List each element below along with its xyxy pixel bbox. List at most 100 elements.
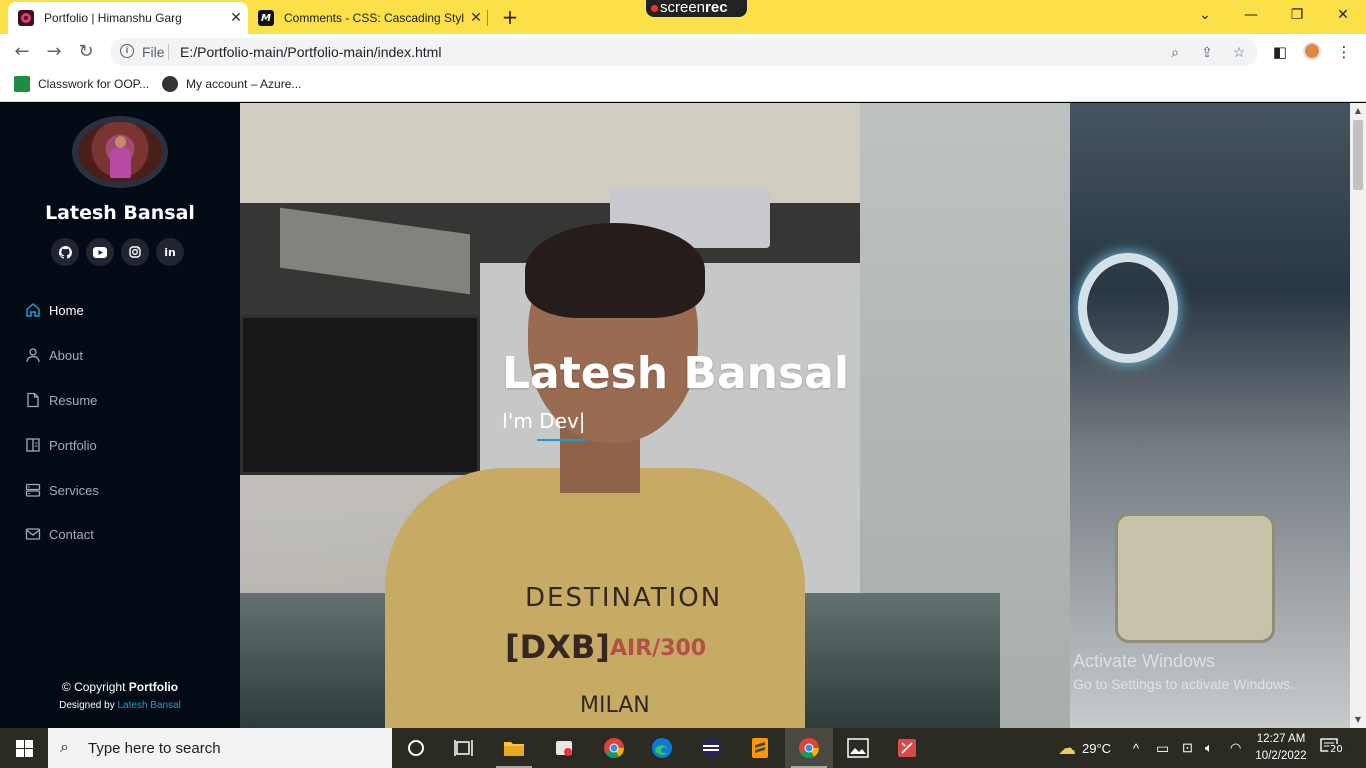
typed-underline	[537, 439, 587, 441]
nav-item-about[interactable]: About	[24, 343, 224, 367]
classroom-icon	[14, 76, 30, 92]
watermark-line1: Activate Windows	[1073, 651, 1216, 671]
youtube-icon[interactable]	[86, 238, 114, 266]
record-dot-icon	[651, 5, 658, 12]
weather-temp: 29°C	[1082, 740, 1112, 756]
typed-text: Dev|	[539, 409, 586, 433]
share-icon[interactable]: ⇪	[1198, 43, 1216, 61]
sidebar: Latesh Bansal in Home About Resume Portf…	[0, 103, 240, 728]
zoom-search-icon[interactable]: ⌕	[1166, 43, 1184, 61]
scroll-up-icon[interactable]: ▲	[1350, 103, 1366, 119]
bookmark-label: Classwork for OOP...	[38, 77, 150, 91]
nav-label: About	[49, 347, 83, 363]
url-scheme: File	[142, 44, 165, 60]
nav-label: Contact	[49, 526, 94, 542]
watermark-line2: Go to Settings to activate Windows.	[1073, 676, 1294, 692]
server-icon	[24, 482, 41, 499]
forward-button[interactable]: →	[42, 40, 66, 64]
nav-item-portfolio[interactable]: Portfolio	[24, 433, 224, 457]
side-panel-icon[interactable]: ◧	[1270, 42, 1290, 62]
file-icon	[24, 392, 41, 409]
task-view-icon[interactable]	[440, 728, 488, 768]
tab-title: Portfolio | Himanshu Garg	[44, 11, 182, 25]
sidebar-footer: © Copyright Portfolio Designed by Latesh…	[0, 680, 240, 711]
page-scrollbar[interactable]: ▲ ▼	[1350, 103, 1366, 728]
weather-widget[interactable]: ☁ 29°C	[1058, 728, 1111, 768]
nav-item-resume[interactable]: Resume	[24, 388, 224, 412]
activate-windows-watermark: Activate Windows Go to Settings to activ…	[1073, 651, 1294, 692]
scroll-down-icon[interactable]: ▼	[1350, 712, 1366, 728]
close-window-button[interactable]: ✕	[1320, 0, 1366, 30]
snip-tool-icon[interactable]	[883, 728, 931, 768]
minimize-button[interactable]: —	[1228, 0, 1274, 30]
notification-center-icon[interactable]: 20	[1320, 738, 1346, 758]
nav-item-home[interactable]: Home	[24, 298, 224, 322]
battery-icon[interactable]: ▭	[1156, 728, 1169, 768]
eclipse-icon[interactable]	[687, 728, 735, 768]
bookmark-azure[interactable]: My account – Azure...	[162, 76, 301, 92]
tab-close-icon[interactable]: ✕	[224, 10, 248, 26]
info-icon[interactable]: i	[120, 44, 134, 58]
tab-title: Comments - CSS: Cascading Style	[284, 11, 464, 25]
url-separator	[168, 44, 169, 60]
edge-icon[interactable]	[638, 728, 686, 768]
sublime-icon[interactable]	[736, 728, 784, 768]
screenrec-label-a: screen	[660, 0, 706, 16]
screenrec-app-icon[interactable]	[540, 728, 588, 768]
wifi-icon[interactable]: ◠	[1230, 728, 1241, 768]
volume-icon[interactable]: 🔈︎	[1205, 728, 1213, 768]
taskbar-search[interactable]: ⌕ Type here to search	[48, 728, 392, 768]
file-explorer-icon[interactable]	[490, 728, 538, 768]
instagram-icon[interactable]	[121, 238, 149, 266]
envelope-icon	[24, 526, 41, 543]
back-button[interactable]: ←	[10, 40, 34, 64]
tab-portfolio[interactable]: Portfolio | Himanshu Garg ✕	[8, 2, 248, 34]
copyright: © Copyright Portfolio	[0, 680, 240, 694]
hero-section: DESTINATION [DXB] AIR/300 MILAN Latesh B…	[240, 103, 1350, 728]
address-bar[interactable]: i File E:/Portfolio-main/Portfolio-main/…	[110, 38, 1258, 66]
bookmark-label: My account – Azure...	[186, 77, 302, 91]
restore-button[interactable]: ❐	[1274, 0, 1320, 30]
bookmarks-bar: Classwork for OOP... My account – Azure.…	[0, 70, 1366, 102]
nav-label: Services	[49, 482, 99, 498]
chrome-active-icon[interactable]	[785, 728, 833, 768]
chrome-icon[interactable]	[590, 728, 638, 768]
copyright-prefix: © Copyright	[61, 680, 126, 694]
designer-link[interactable]: Latesh Bansal	[117, 700, 180, 711]
start-button[interactable]	[0, 728, 48, 768]
tab-strip: Portfolio | Himanshu Garg ✕ M Comments -…	[0, 0, 1366, 34]
tab-comments[interactable]: M Comments - CSS: Cascading Style ✕	[248, 2, 488, 34]
clock-time: 12:27 AM	[1256, 733, 1306, 745]
new-tab-button[interactable]: +	[496, 4, 524, 30]
bookmark-classwork[interactable]: Classwork for OOP...	[14, 76, 149, 92]
github-icon[interactable]	[51, 238, 79, 266]
nav-item-contact[interactable]: Contact	[24, 522, 224, 546]
nav-label: Portfolio	[49, 437, 97, 453]
bookmark-star-icon[interactable]: ☆	[1230, 43, 1248, 61]
taskbar-clock[interactable]: 12:27 AM 10/2/2022	[1252, 731, 1310, 765]
photos-icon[interactable]	[834, 728, 882, 768]
social-links: in	[51, 238, 184, 266]
linkedin-icon[interactable]: in	[156, 238, 184, 266]
profile-figure	[108, 136, 132, 182]
tab-search-button[interactable]: ⌄	[1182, 0, 1228, 30]
scroll-thumb[interactable]	[1353, 120, 1363, 190]
browser-toolbar: ← → ↻ i File E:/Portfolio-main/Portfolio…	[0, 34, 1366, 70]
home-icon	[24, 302, 41, 319]
book-icon	[24, 437, 41, 454]
tab-close-icon[interactable]: ✕	[464, 10, 488, 26]
hero-title: Latesh Bansal	[502, 348, 849, 399]
reload-button[interactable]: ↻	[74, 40, 98, 64]
screenrec-badge: screenrec	[646, 0, 747, 17]
profile-avatar[interactable]	[1303, 42, 1321, 60]
profile-photo	[72, 116, 168, 188]
designed-prefix: Designed by	[59, 700, 115, 711]
url-text[interactable]: E:/Portfolio-main/Portfolio-main/index.h…	[180, 44, 441, 60]
copyright-strong: Portfolio	[128, 680, 179, 694]
usb-icon[interactable]: ⊡	[1182, 728, 1193, 768]
windows-logo-icon	[15, 739, 33, 757]
tray-expand-icon[interactable]: ^	[1133, 728, 1139, 768]
menu-kebab-icon[interactable]: ⋮	[1334, 42, 1354, 62]
nav-item-services[interactable]: Services	[24, 478, 224, 502]
cortana-icon[interactable]	[392, 728, 440, 768]
